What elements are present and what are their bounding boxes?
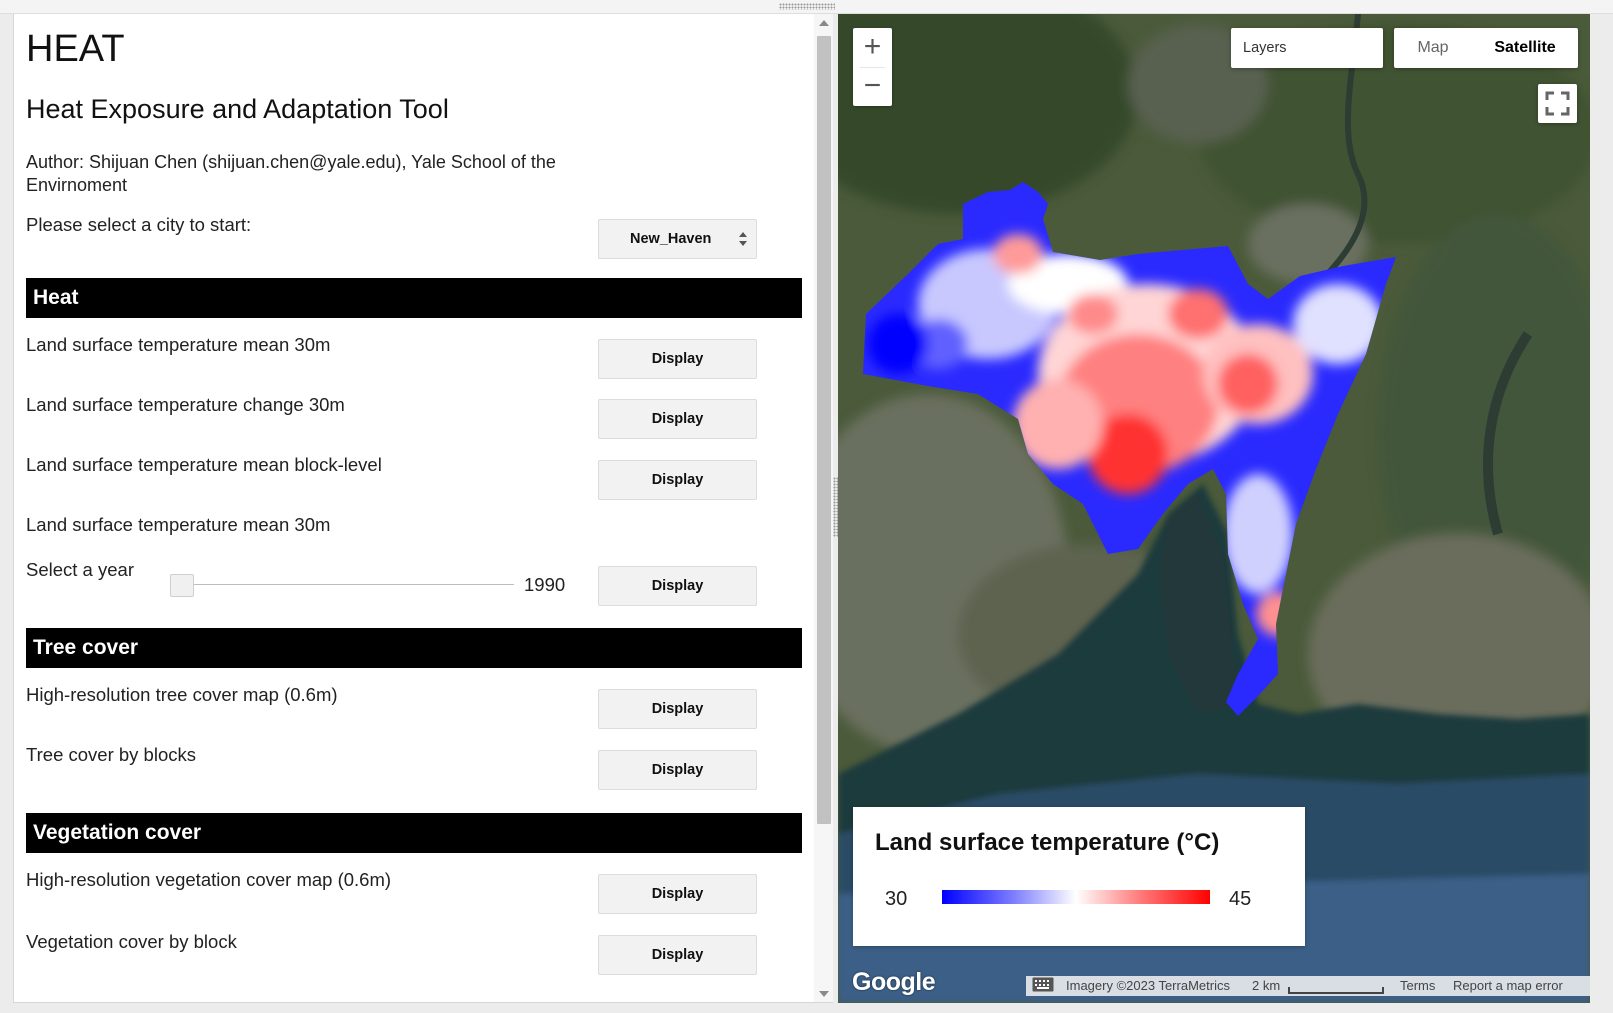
attribution-bar: Imagery ©2023 TerraMetrics 2 km Terms Re… <box>1026 976 1590 996</box>
author-credit: Author: Shijuan Chen (shijuan.chen@yale.… <box>26 152 556 195</box>
display-button-tree-hr[interactable]: Display <box>598 689 757 729</box>
keyboard-shortcuts-icon[interactable] <box>1032 977 1054 995</box>
map-type-satellite-button[interactable]: Satellite <box>1472 28 1578 68</box>
map-type-control: Map Satellite <box>1394 28 1578 68</box>
legend-color-bar <box>942 890 1210 904</box>
section-header-vegetation-cover: Vegetation cover <box>26 813 802 853</box>
control-panel: HEAT Heat Exposure and Adaptation Tool A… <box>13 14 833 1003</box>
scroll-up-arrow-icon[interactable] <box>819 20 829 26</box>
legend-title: Land surface temperature (°C) <box>875 829 1220 856</box>
zoom-control: + − <box>853 28 892 106</box>
city-select-value: New_Haven <box>630 231 712 247</box>
map-legend: Land surface temperature (°C) 30 45 <box>853 807 1305 946</box>
display-button-veg-hr[interactable]: Display <box>598 874 757 914</box>
city-select[interactable]: New_Haven <box>598 219 757 259</box>
google-logo: Google <box>852 968 936 996</box>
item-label-veg-block: Vegetation cover by block <box>26 931 237 952</box>
display-button-lst-mean-block[interactable]: Display <box>598 460 757 500</box>
item-label-lst-mean-30m: Land surface temperature mean 30m <box>26 334 331 355</box>
display-button-tree-blocks[interactable]: Display <box>598 750 757 790</box>
scroll-down-arrow-icon[interactable] <box>819 991 829 997</box>
layers-button[interactable]: Layers <box>1231 28 1383 68</box>
display-button-lst-change-30m[interactable]: Display <box>598 399 757 439</box>
panel-scrollbar[interactable] <box>814 14 833 1002</box>
item-label-tree-blocks: Tree cover by blocks <box>26 744 196 765</box>
year-slider-track[interactable] <box>192 584 514 585</box>
scale-bar-icon <box>1288 983 1384 998</box>
section-header-tree-cover: Tree cover <box>26 628 802 668</box>
display-button-lst-year[interactable]: Display <box>598 566 757 606</box>
year-select-label: Select a year <box>26 559 134 580</box>
display-button-veg-block[interactable]: Display <box>598 935 757 975</box>
report-map-error-link[interactable]: Report a map error <box>1453 978 1563 993</box>
year-slider-thumb[interactable] <box>170 574 194 597</box>
city-prompt-label: Please select a city to start: <box>26 214 252 235</box>
year-slider-value: 1990 <box>524 574 566 595</box>
zoom-in-button[interactable]: + <box>853 28 892 67</box>
item-label-lst-mean-30m-year: Land surface temperature mean 30m <box>26 514 331 535</box>
top-resize-bar <box>0 0 1613 14</box>
item-label-veg-hr: High-resolution vegetation cover map (0.… <box>26 869 392 890</box>
app-subtitle: Heat Exposure and Adaptation Tool <box>26 94 449 124</box>
select-arrows-icon <box>739 232 747 246</box>
app-title: HEAT <box>26 28 125 70</box>
app-window: HEAT Heat Exposure and Adaptation Tool A… <box>0 0 1613 1013</box>
legend-min-value: 30 <box>885 888 908 910</box>
scrollbar-thumb[interactable] <box>817 36 831 824</box>
section-header-heat: Heat <box>26 278 802 318</box>
top-resize-grip[interactable] <box>779 3 835 10</box>
bottom-strip <box>0 1003 1613 1013</box>
legend-max-value: 45 <box>1229 888 1252 910</box>
item-label-tree-hr: High-resolution tree cover map (0.6m) <box>26 684 338 705</box>
item-label-lst-change-30m: Land surface temperature change 30m <box>26 394 345 415</box>
imagery-attribution: Imagery ©2023 TerraMetrics <box>1066 978 1230 993</box>
terms-link[interactable]: Terms <box>1400 978 1435 993</box>
scale-label[interactable]: 2 km <box>1252 978 1280 993</box>
panel-content: HEAT Heat Exposure and Adaptation Tool A… <box>14 14 814 1002</box>
map-view[interactable]: + − Layers Map Satellite Land surface te… <box>838 14 1590 1003</box>
fullscreen-icon <box>1545 91 1570 116</box>
fullscreen-button[interactable] <box>1538 84 1577 123</box>
zoom-out-button[interactable]: − <box>853 67 892 106</box>
map-type-map-button[interactable]: Map <box>1394 28 1472 68</box>
display-button-lst-mean-30m[interactable]: Display <box>598 339 757 379</box>
item-label-lst-mean-block: Land surface temperature mean block-leve… <box>26 454 382 475</box>
